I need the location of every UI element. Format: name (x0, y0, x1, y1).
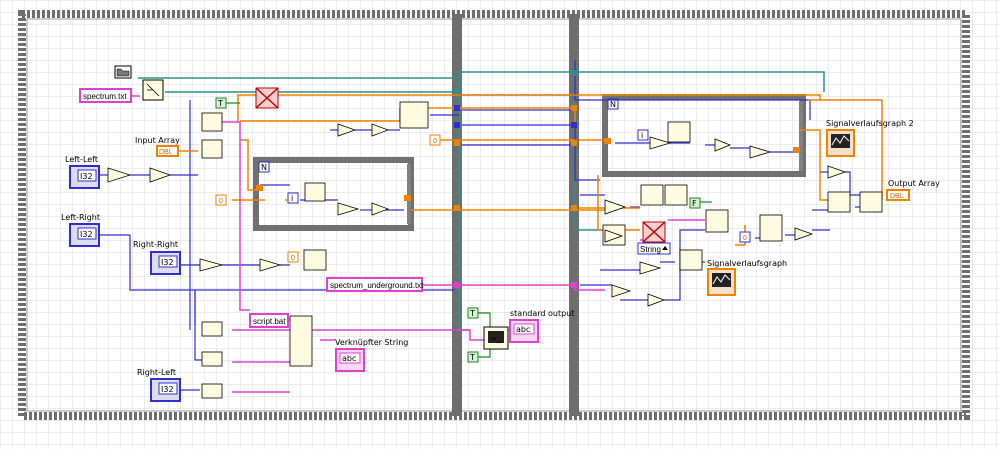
build-array-node (759, 214, 783, 242)
index-array-node (667, 121, 691, 143)
build-array-node (399, 101, 429, 129)
control-label: Left-Right (61, 213, 100, 222)
indicator-label: Signalverlaufsgraph 2 (826, 119, 914, 128)
system-exec-node[interactable]: >_ (483, 326, 509, 350)
file-read-node-broken[interactable] (255, 87, 279, 109)
type-badge: I32 (80, 230, 93, 239)
svg-text:String: String (640, 245, 661, 254)
type-badge: abc (516, 325, 530, 334)
control-left-left[interactable]: Left-Left I32 (65, 155, 100, 189)
control-label: Input Array (135, 136, 180, 145)
scan-string-node (201, 139, 223, 159)
type-badge: DBL (890, 193, 904, 200)
svg-text:0: 0 (219, 198, 223, 205)
block-diagram: N i N i spectrum.txt spectrum_undergroun… (0, 0, 999, 449)
numeric-constant-zero-3[interactable]: 0 (287, 251, 299, 263)
indicator-label: Output Array (888, 179, 940, 188)
format-node (201, 383, 223, 399)
bool-constant-true-2[interactable]: T (467, 307, 479, 319)
string-constant-underground[interactable]: spectrum_underground.txt (326, 277, 424, 292)
format-node (201, 351, 223, 367)
svg-text:>_: >_ (490, 334, 502, 343)
type-badge: I32 (161, 258, 174, 267)
string-constant-text: spectrum_underground.txt (330, 281, 424, 290)
indicator-label: Verknüpfter String (335, 338, 408, 347)
numeric-constant-zero-1[interactable]: 0 (215, 194, 227, 206)
build-array-node (664, 184, 688, 206)
bool-constant-true-3[interactable]: T (467, 351, 479, 363)
indicator-label: standard output (510, 309, 574, 318)
svg-text:F: F (692, 199, 697, 208)
string-type-dropdown[interactable]: String (637, 242, 671, 255)
build-array-node (827, 191, 851, 213)
type-badge: DBL (159, 149, 173, 156)
type-badge: I32 (80, 172, 93, 181)
indicator-label: Signalverlaufsgraph (707, 259, 787, 268)
read-file-node (201, 112, 223, 132)
loop-index-label: i (641, 131, 643, 140)
svg-text:T: T (469, 309, 475, 318)
index-array-node (679, 249, 703, 271)
string-constant-text: script.bat (253, 317, 286, 326)
loop-index-label: i (291, 194, 293, 203)
index-array-node (304, 182, 326, 202)
grid-background (0, 0, 999, 449)
build-array-node (303, 249, 327, 271)
numeric-constant-zero-2[interactable]: 0 (429, 134, 441, 146)
string-constant-text: spectrum.txt (83, 92, 127, 101)
svg-text:0: 0 (291, 255, 295, 262)
concatenate-strings-node (289, 315, 313, 367)
svg-text:0: 0 (433, 138, 437, 145)
frame-divider-1 (452, 14, 462, 416)
build-array-node (859, 191, 883, 213)
loop-count-label: N (261, 163, 267, 172)
svg-text:0: 0 (743, 235, 747, 242)
file-read-node-broken-2[interactable] (642, 221, 666, 243)
format-node (705, 209, 729, 233)
string-constant-script[interactable]: script.bat (249, 313, 289, 328)
control-label: Right-Left (137, 368, 176, 377)
type-badge: abc (342, 354, 356, 363)
svg-text:T: T (217, 99, 223, 108)
numeric-constant-zero-4[interactable]: 0 (739, 231, 751, 243)
build-path-node[interactable] (142, 79, 164, 101)
format-node (201, 321, 223, 337)
build-array-node (640, 184, 664, 206)
svg-text:T: T (469, 353, 475, 362)
control-label: Right-Right (133, 240, 178, 249)
folder-constant[interactable] (114, 65, 132, 79)
loop-count-label: N (610, 100, 616, 109)
string-constant-spectrum[interactable]: spectrum.txt (79, 88, 132, 103)
type-badge: I32 (161, 385, 174, 394)
control-label: Left-Left (65, 155, 98, 164)
bool-constant-false[interactable]: F (689, 197, 701, 209)
bool-constant-true-1[interactable]: T (215, 97, 227, 109)
